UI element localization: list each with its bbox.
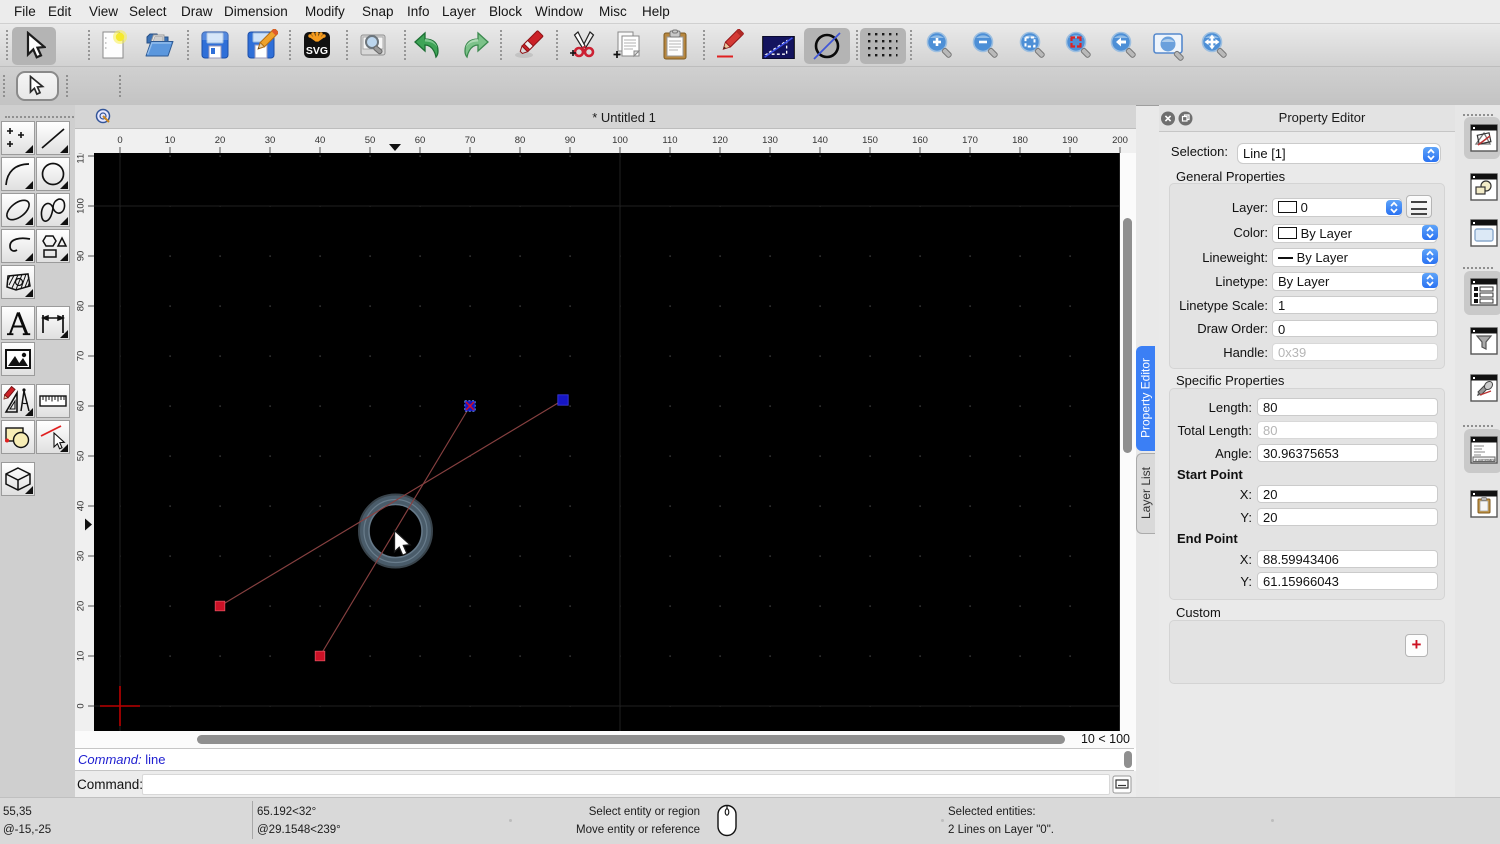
svg-text:50: 50	[76, 451, 87, 462]
svg-text:120: 120	[712, 135, 728, 146]
svg-text:140: 140	[812, 135, 828, 146]
svg-text:0: 0	[117, 135, 122, 146]
svg-text:150: 150	[862, 135, 878, 146]
svg-text:180: 180	[1012, 135, 1028, 146]
svg-text:70: 70	[465, 135, 476, 146]
svg-text:30: 30	[76, 551, 87, 562]
svg-text:60: 60	[415, 135, 426, 146]
svg-text:130: 130	[762, 135, 778, 146]
svg-text:80: 80	[515, 135, 526, 146]
svg-text:0: 0	[76, 703, 87, 708]
svg-text:10: 10	[165, 135, 176, 146]
svg-text:170: 170	[962, 135, 978, 146]
svg-text:30: 30	[265, 135, 276, 146]
svg-text:50: 50	[365, 135, 376, 146]
svg-text:20: 20	[215, 135, 226, 146]
svg-text:90: 90	[565, 135, 576, 146]
svg-text:90: 90	[76, 251, 87, 262]
svg-text:80: 80	[76, 301, 87, 312]
svg-text:SVG: SVG	[306, 45, 328, 57]
svg-text:60: 60	[76, 401, 87, 412]
svg-text:c command: c command	[1475, 457, 1496, 462]
svg-text:70: 70	[76, 351, 87, 362]
svg-text:20: 20	[76, 601, 87, 612]
svg-text:100: 100	[76, 198, 87, 214]
svg-text:110: 110	[662, 135, 677, 146]
svg-text:100: 100	[612, 135, 628, 146]
svg-text:10: 10	[76, 651, 87, 662]
svg-text:160: 160	[912, 135, 928, 146]
svg-text:190: 190	[1062, 135, 1078, 146]
svg-text:110: 110	[76, 153, 87, 164]
svg-text:40: 40	[315, 135, 326, 146]
svg-text:40: 40	[76, 501, 87, 512]
